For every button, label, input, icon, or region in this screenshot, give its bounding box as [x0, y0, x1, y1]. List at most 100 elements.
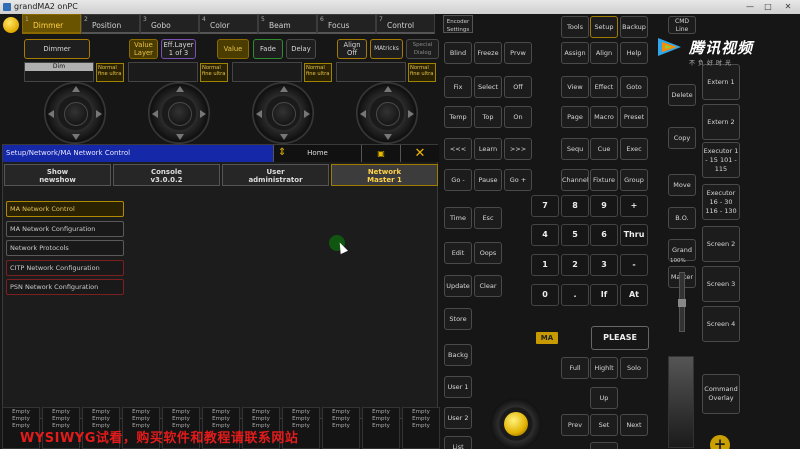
cmd-exec[interactable]: Exec [620, 138, 648, 160]
trackball[interactable] [490, 398, 542, 449]
numpad-key[interactable]: 8 [561, 195, 589, 217]
cmd-effect[interactable]: Effect [590, 76, 618, 98]
encoder-knob-4[interactable] [356, 82, 418, 144]
resolution-toggle-3[interactable]: Normal fine ultra [304, 63, 332, 82]
cmd-select[interactable]: Select [474, 76, 502, 98]
cmd-temp[interactable]: Temp [444, 106, 472, 128]
cmd-pause[interactable]: Pause [474, 169, 502, 191]
pad-down[interactable]: Down [590, 442, 618, 449]
numpad-key[interactable]: At [620, 284, 648, 306]
network-menu-item[interactable]: MA Network Configuration [6, 220, 124, 237]
numpad-key[interactable]: 7 [531, 195, 559, 217]
close-window-button[interactable]: ✕ [780, 1, 796, 12]
cmd-clear[interactable]: Clear [474, 275, 502, 297]
cmd-tools[interactable]: Tools [561, 16, 589, 38]
pad-set[interactable]: Set [590, 414, 618, 436]
fade-button[interactable]: Fade [253, 39, 283, 59]
numpad-key[interactable]: 1 [531, 254, 559, 276]
special-dialog-button[interactable]: Special Dialog [406, 39, 439, 59]
dim-slot[interactable]: Dim [24, 62, 94, 82]
executor-empty[interactable]: Empty Empty Empty [362, 407, 400, 449]
cmd-cue[interactable]: Cue [590, 138, 618, 160]
cmd-oops[interactable]: Oops [474, 242, 502, 264]
align-off-button[interactable]: Align Off [337, 39, 367, 59]
cmd-preset[interactable]: Preset [620, 106, 648, 128]
cmd-macro[interactable]: Macro [590, 106, 618, 128]
cmd-channel[interactable]: Channel [561, 169, 589, 191]
eff-layer-button[interactable]: Eff.Layer 1 of 3 [161, 39, 196, 59]
right-copy[interactable]: Copy [668, 127, 696, 149]
numpad-key[interactable]: Thru [620, 224, 648, 246]
home-button[interactable]: ⇕ Home [273, 145, 361, 162]
cmd-[interactable]: <<< [444, 138, 472, 160]
numpad-key[interactable]: 9 [590, 195, 618, 217]
tab-dimmer[interactable]: 1 Dimmer [22, 14, 81, 34]
cmd-on[interactable]: On [504, 106, 532, 128]
value-button[interactable]: Value [217, 39, 249, 59]
close-icon[interactable]: ✕ [400, 145, 439, 162]
network-menu-item[interactable]: MA Network Control [6, 201, 124, 217]
cmd-list[interactable]: List [444, 436, 472, 449]
pad-highlt[interactable]: Highlt [590, 357, 618, 379]
slot-4[interactable] [336, 62, 406, 82]
cmd-freeze[interactable]: Freeze [474, 42, 502, 64]
value-layer-button[interactable]: Value Layer [129, 39, 158, 59]
dimmer-button[interactable]: Dimmer [24, 39, 90, 59]
cmd-prvw[interactable]: Prvw [504, 42, 532, 64]
pad-up[interactable]: Up [590, 387, 618, 409]
network-tab-console[interactable]: Console v3.0.0.2 [113, 164, 220, 186]
tab-color[interactable]: 4 Color [199, 14, 258, 34]
cmd-setup[interactable]: Setup [590, 16, 618, 38]
exec-3[interactable]: Executor 16 - 30 116 - 130 [702, 184, 740, 220]
right-move[interactable]: Move [668, 174, 696, 196]
network-tab-show[interactable]: Show newshow [4, 164, 111, 186]
cmd-group[interactable]: Group [620, 169, 648, 191]
numpad-key[interactable]: 2 [561, 254, 589, 276]
cmd-user-1[interactable]: User 1 [444, 376, 472, 398]
exec-0[interactable]: Extern 1 [702, 64, 740, 100]
maximize-button[interactable]: □ [760, 1, 776, 12]
sun-icon[interactable] [3, 17, 19, 33]
tab-focus[interactable]: 6 Focus [317, 14, 376, 34]
network-tab-user[interactable]: User administrator [222, 164, 329, 186]
exec-6[interactable]: Screen 4 [702, 306, 740, 342]
delay-button[interactable]: Delay [286, 39, 316, 59]
network-tab-network[interactable]: Network Master 1 [331, 164, 438, 186]
pad-solo[interactable]: Solo [620, 357, 648, 379]
cmd-learn[interactable]: Learn [474, 138, 502, 160]
tab-control[interactable]: 7 Control [376, 14, 435, 34]
network-menu-item[interactable]: CITP Network Configuration [6, 259, 124, 276]
encoder-settings-button[interactable]: Encoder Settings [443, 15, 473, 33]
cmd-edit[interactable]: Edit [444, 242, 472, 264]
tab-gobo[interactable]: 3 Gobo [140, 14, 199, 34]
pad-next[interactable]: Next [620, 414, 648, 436]
resolution-toggle-1[interactable]: Normal fine ultra [96, 63, 124, 82]
encoder-knob-1[interactable] [44, 82, 106, 144]
pad-prev[interactable]: Prev [561, 414, 589, 436]
cmd-sequ[interactable]: Sequ [561, 138, 589, 160]
exec-7[interactable]: Command Overlay [702, 374, 740, 414]
right-bo[interactable]: B.O. [668, 207, 696, 229]
grand-master-slider[interactable] [678, 272, 686, 332]
exec-1[interactable]: Extern 2 [702, 104, 740, 140]
tab-position[interactable]: 2 Position [81, 14, 140, 34]
ma-button[interactable]: MA [536, 332, 558, 344]
mattricks-button[interactable]: MAtricks [370, 39, 403, 59]
cmd-fixture[interactable]: Fixture [590, 169, 618, 191]
cmd-off[interactable]: Off [504, 76, 532, 98]
cmd-top[interactable]: Top [474, 106, 502, 128]
cmd-view[interactable]: View [561, 76, 589, 98]
numpad-key[interactable]: + [620, 195, 648, 217]
exec-2[interactable]: Executor 1 - 15 101 - 115 [702, 142, 740, 178]
executor-empty[interactable]: Empty Empty Empty [402, 407, 440, 449]
cmd-backg[interactable]: Backg [444, 344, 472, 366]
cmd-go[interactable]: Go - [444, 169, 472, 191]
cmd-esc[interactable]: Esc [474, 207, 502, 229]
exec-4[interactable]: Screen 2 [702, 226, 740, 262]
cmd-[interactable]: >>> [504, 138, 532, 160]
cmd-assign[interactable]: Assign [561, 42, 589, 64]
resolution-toggle-2[interactable]: Normal fine ultra [200, 63, 228, 82]
cmd-blind[interactable]: Blind [444, 42, 472, 64]
pad-full[interactable]: Full [561, 357, 589, 379]
window-options-icon[interactable]: ▣ [361, 145, 400, 162]
